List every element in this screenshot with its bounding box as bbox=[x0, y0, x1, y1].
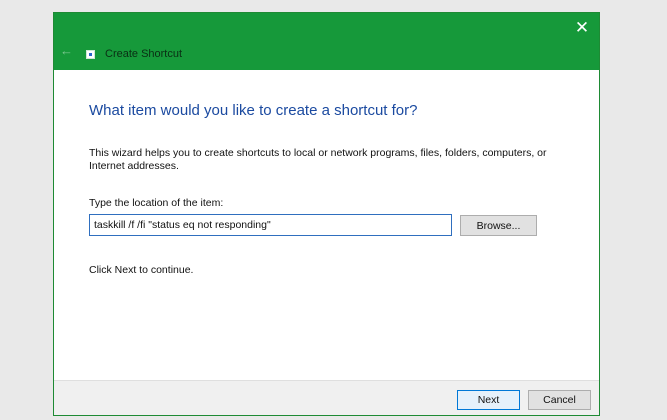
title-bar: ✕ ← Create Shortcut bbox=[54, 13, 599, 70]
wizard-description: This wizard helps you to create shortcut… bbox=[89, 147, 547, 172]
browse-button[interactable]: Browse... bbox=[460, 215, 537, 236]
cancel-button[interactable]: Cancel bbox=[528, 390, 591, 410]
page-title: What item would you like to create a sho… bbox=[89, 102, 418, 119]
continue-hint: Click Next to continue. bbox=[89, 264, 194, 276]
shortcut-app-icon bbox=[86, 50, 95, 59]
dialog-footer: Next Cancel bbox=[54, 380, 599, 415]
location-input[interactable] bbox=[89, 214, 452, 236]
back-arrow-icon[interactable]: ← bbox=[60, 44, 74, 58]
next-button[interactable]: Next bbox=[457, 390, 520, 410]
wizard-content: What item would you like to create a sho… bbox=[54, 70, 599, 380]
window-title: Create Shortcut bbox=[105, 48, 183, 60]
create-shortcut-dialog: ✕ ← Create Shortcut What item would you … bbox=[53, 12, 600, 416]
location-label: Type the location of the item: bbox=[89, 197, 224, 209]
close-icon[interactable]: ✕ bbox=[571, 17, 593, 39]
